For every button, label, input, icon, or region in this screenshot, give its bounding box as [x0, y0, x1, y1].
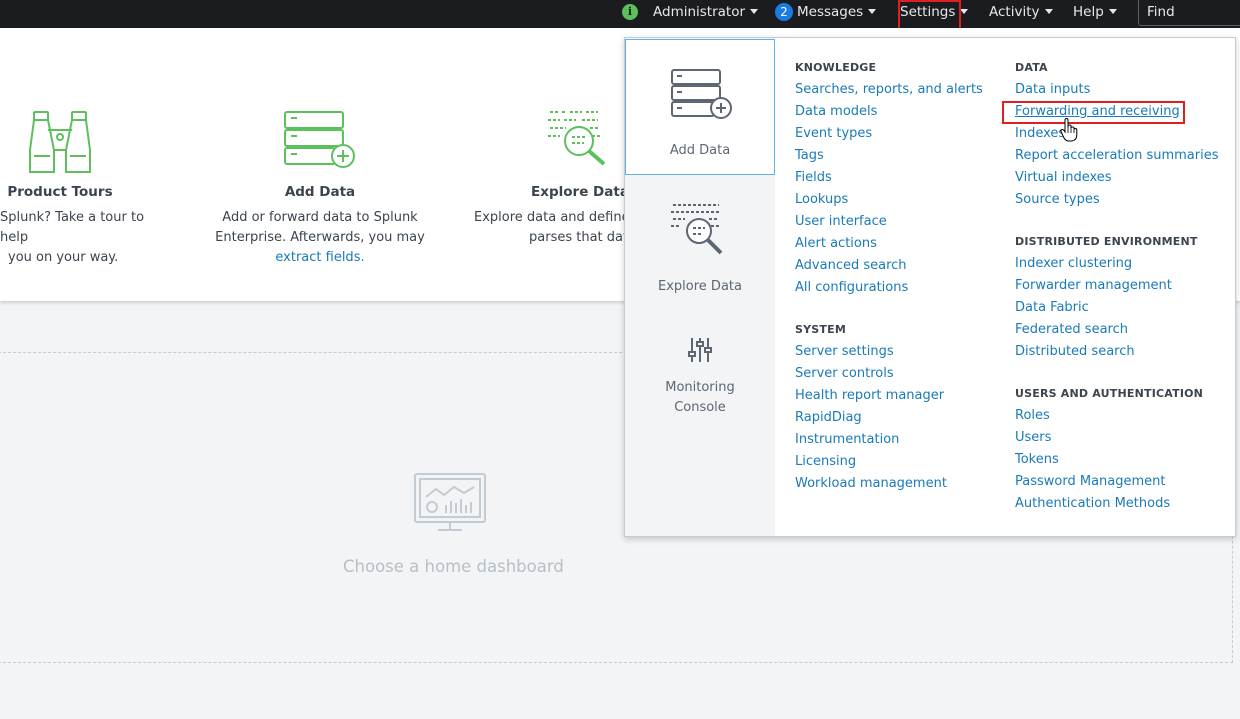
menu-link-users[interactable]: Users — [1015, 430, 1051, 445]
distributed-environment-heading: DISTRIBUTED ENVIRONMENT — [1015, 235, 1198, 248]
menu-link-all-configurations[interactable]: All configurations — [795, 280, 908, 295]
product-tours-desc-line1: Splunk? Take a tour to help — [0, 210, 145, 245]
add-data-tile[interactable]: Add Data — [625, 39, 775, 175]
menu-link-rapiddiag[interactable]: RapidDiag — [795, 410, 862, 425]
add-data-title[interactable]: Add Data — [260, 184, 380, 200]
add-data-description: Add or forward data to Splunk Enterprise… — [210, 208, 430, 268]
activity-label: Activity — [989, 4, 1040, 20]
knowledge-heading: KNOWLEDGE — [795, 61, 877, 74]
administrator-label: Administrator — [653, 4, 746, 20]
menu-link-password-management[interactable]: Password Management — [1015, 474, 1166, 489]
data-heading: DATA — [1015, 61, 1048, 74]
chevron-down-icon — [868, 9, 877, 14]
add-data-icon[interactable] — [283, 110, 357, 170]
menu-link-server-settings[interactable]: Server settings — [795, 344, 894, 359]
sliders-icon — [688, 338, 712, 362]
product-tours-desc-line2: you on your way. — [8, 250, 119, 265]
menu-link-forwarder-management[interactable]: Forwarder management — [1015, 278, 1172, 293]
administrator-menu[interactable]: Administrator — [653, 0, 759, 24]
help-label: Help — [1073, 4, 1104, 20]
menu-link-roles[interactable]: Roles — [1015, 408, 1050, 423]
product-tours-title[interactable]: Product Tours — [0, 184, 120, 200]
menu-link-data-fabric[interactable]: Data Fabric — [1015, 300, 1089, 315]
menu-link-fields[interactable]: Fields — [795, 170, 832, 185]
binoculars-icon[interactable] — [28, 110, 92, 174]
activity-menu[interactable]: Activity — [989, 0, 1053, 24]
users-and-authentication-heading: USERS AND AUTHENTICATION — [1015, 387, 1204, 400]
explore-data-desc-line2: parses that data — [529, 230, 637, 245]
menu-link-tokens[interactable]: Tokens — [1015, 452, 1059, 467]
chevron-down-icon — [960, 9, 969, 14]
menu-link-federated-search[interactable]: Federated search — [1015, 322, 1128, 337]
dashboard-monitor-icon — [414, 473, 486, 531]
menu-link-health-report-manager[interactable]: Health report manager — [795, 388, 944, 403]
messages-menu[interactable]: Messages — [797, 0, 877, 24]
chevron-down-icon — [750, 9, 759, 14]
menu-link-virtual-indexes[interactable]: Virtual indexes — [1015, 170, 1112, 185]
menu-link-lookups[interactable]: Lookups — [795, 192, 848, 207]
menu-link-indexer-clustering[interactable]: Indexer clustering — [1015, 256, 1132, 271]
monitoring-label-line2: Console — [674, 400, 726, 415]
add-data-desc-line1: Add or forward data to Splunk — [222, 210, 418, 225]
add-data-tile-label: Add Data — [669, 143, 731, 158]
add-data-desc-line2: Enterprise. Afterwards, you may — [215, 230, 425, 245]
menu-link-source-types[interactable]: Source types — [1015, 192, 1100, 207]
monitoring-console-tile[interactable]: Monitoring Console — [625, 328, 775, 418]
menu-link-indexes[interactable]: Indexes — [1015, 126, 1065, 141]
choose-home-dashboard-label[interactable]: Choose a home dashboard — [343, 557, 564, 576]
forwarding-highlight-box — [1002, 101, 1185, 124]
menu-link-instrumentation[interactable]: Instrumentation — [795, 432, 899, 447]
explore-data-description: Explore data and define parses that data — [474, 208, 637, 248]
explore-data-tile[interactable]: Explore Data — [625, 183, 775, 303]
menu-link-data-models[interactable]: Data models — [795, 104, 877, 119]
menu-link-distributed-search[interactable]: Distributed search — [1015, 344, 1135, 359]
explore-data-desc-line1: Explore data and define — [474, 210, 630, 225]
chevron-down-icon — [1044, 9, 1053, 14]
monitoring-console-tile-label: Monitoring Console — [625, 378, 775, 418]
menu-link-server-controls[interactable]: Server controls — [795, 366, 894, 381]
explore-data-icon[interactable] — [546, 108, 610, 172]
explore-data-icon — [671, 204, 723, 255]
menu-link-workload-management[interactable]: Workload management — [795, 476, 947, 491]
messages-count-badge: 2 — [775, 3, 793, 21]
add-data-icon — [671, 69, 732, 119]
explore-data-title[interactable]: Explore Data — [520, 184, 640, 200]
menu-link-user-interface[interactable]: User interface — [795, 214, 887, 229]
menu-link-authentication-methods[interactable]: Authentication Methods — [1015, 496, 1170, 511]
menu-link-licensing[interactable]: Licensing — [795, 454, 856, 469]
system-heading: SYSTEM — [795, 323, 846, 336]
chevron-down-icon — [1108, 9, 1117, 14]
hand-cursor-icon — [1060, 118, 1078, 142]
monitoring-label-line1: Monitoring — [665, 380, 735, 395]
menu-link-alert-actions[interactable]: Alert actions — [795, 236, 877, 251]
menu-link-advanced-search[interactable]: Advanced search — [795, 258, 907, 273]
messages-label: Messages — [797, 4, 864, 20]
menu-link-searches-reports-alerts[interactable]: Searches, reports, and alerts — [795, 82, 983, 97]
menu-link-event-types[interactable]: Event types — [795, 126, 872, 141]
find-placeholder: Find — [1147, 4, 1175, 20]
info-icon: i — [622, 4, 638, 20]
menu-link-tags[interactable]: Tags — [795, 148, 824, 163]
menu-link-report-acceleration-summaries[interactable]: Report acceleration summaries — [1015, 148, 1218, 163]
top-nav-bar: i Administrator 2 Messages Settings Acti… — [0, 0, 1240, 28]
help-menu[interactable]: Help — [1073, 0, 1117, 24]
extract-fields-link[interactable]: extract fields. — [210, 248, 430, 268]
explore-data-tile-label: Explore Data — [658, 279, 742, 294]
product-tours-description: Splunk? Take a tour to help you on your … — [0, 208, 170, 268]
settings-highlight-box — [898, 0, 961, 30]
find-search-input[interactable]: Find — [1138, 0, 1240, 26]
menu-link-data-inputs[interactable]: Data inputs — [1015, 82, 1090, 97]
